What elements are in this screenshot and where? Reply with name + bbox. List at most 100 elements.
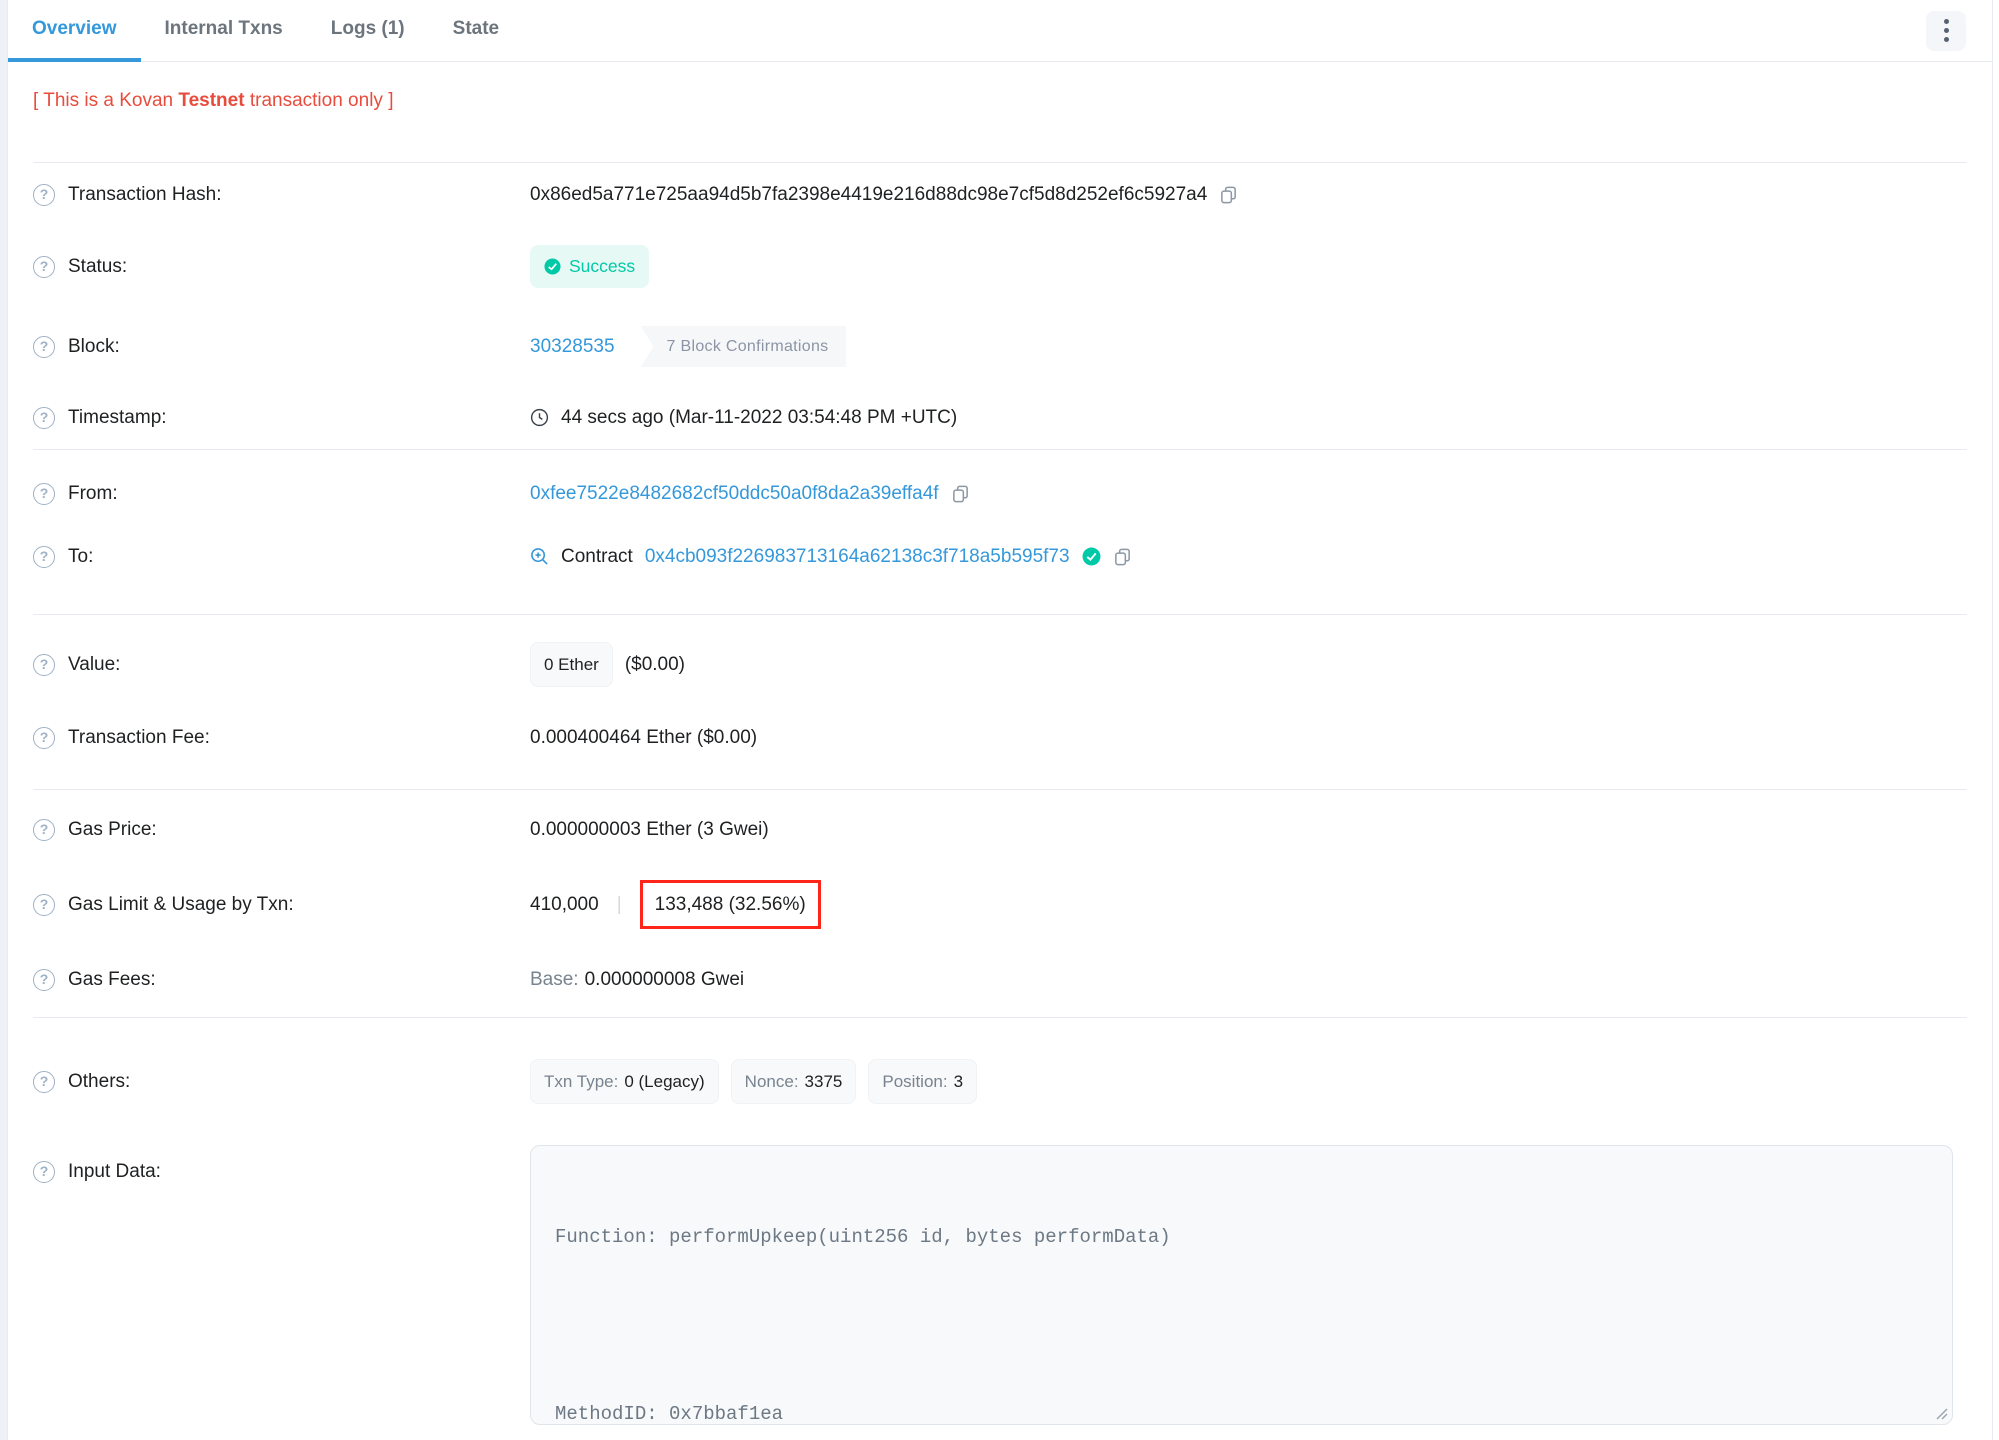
row-transaction-fee: ? Transaction Fee: 0.000400464 Ether ($0… [8,706,1992,769]
label-text: Status: [68,256,128,277]
help-icon[interactable]: ? [33,968,55,991]
section-addresses: ? From: 0xfee7522e8482682cf50ddc50a0f8da… [8,450,1992,614]
row-gas-price: ? Gas Price: 0.000000003 Ether (3 Gwei) [8,798,1992,861]
help-icon[interactable]: ? [33,482,55,505]
timestamp-label: ? Timestamp: [33,405,530,430]
help-icon[interactable]: ? [33,255,55,278]
section-overview-top: ? Transaction Hash: 0x86ed5a771e725aa94d… [8,163,1992,449]
section-value: ? Value: 0 Ether ($0.00) ? Transaction F… [8,615,1992,789]
section-gas: ? Gas Price: 0.000000003 Ether (3 Gwei) … [8,790,1992,1017]
label-text: Transaction Hash: [68,184,222,205]
row-value: ? Value: 0 Ether ($0.00) [8,623,1992,706]
help-icon[interactable]: ? [33,1160,55,1183]
warning-bold: Testnet [178,90,245,111]
gas-price-label: ? Gas Price: [33,817,530,842]
block-number-link[interactable]: 30328535 [530,334,615,359]
label-text: Gas Limit & Usage by Txn: [68,894,294,915]
input-data-label: ? Input Data: [33,1145,530,1184]
badge-value: 3 [953,1072,964,1091]
status-badge: Success [530,245,650,288]
kebab-dot [1943,19,1949,24]
row-from: ? From: 0xfee7522e8482682cf50ddc50a0f8da… [8,462,1992,525]
status-label: ? Status: [33,254,530,279]
resize-handle[interactable] [1934,1406,1948,1420]
tab-state[interactable]: State [429,0,523,62]
gas-price-value: 0.000000003 Ether (3 Gwei) [530,819,769,840]
warning-suffix: transaction only ] [244,90,394,111]
txn-type-badge: Txn Type: 0 (Legacy) [530,1059,719,1104]
page: Overview Internal Txns Logs (1) State [ … [0,0,1999,1440]
row-gas-fees: ? Gas Fees: Base: 0.000000008 Gwei [8,948,1992,1011]
row-input-data: ? Input Data: Function: performUpkeep(ui… [8,1123,1992,1440]
transaction-hash-value: 0x86ed5a771e725aa94d5b7fa2398e4419e216d8… [530,184,1208,205]
help-icon[interactable]: ? [33,545,55,568]
tab-internal-txns[interactable]: Internal Txns [141,0,307,62]
badge-value: 3375 [804,1072,843,1091]
transaction-card: Overview Internal Txns Logs (1) State [ … [7,0,1993,1440]
gas-limit-label: ? Gas Limit & Usage by Txn: [33,892,530,917]
value-label: ? Value: [33,652,530,677]
gas-usage-value: 133,488 (32.56%) [654,894,806,915]
copy-icon[interactable] [1113,547,1132,566]
nonce-badge: Nonce: 3375 [730,1059,857,1104]
transaction-fee-value: 0.000400464 Ether ($0.00) [530,727,758,748]
block-label: ? Block: [33,334,530,359]
ether-value-badge: 0 Ether [530,642,613,687]
to-contract-link[interactable]: 0x4cb093f226983713164a62138c3f718a5b595f… [645,544,1070,569]
gas-base-value: 0.000000008 Gwei [584,969,745,990]
label-text: Gas Price: [68,819,157,840]
row-status: ? Status: Success [8,226,1992,307]
clock-icon [530,408,549,427]
badge-label: Txn Type: [544,1072,619,1091]
gas-fees-label: ? Gas Fees: [33,967,530,992]
gas-usage-highlight-box: 133,488 (32.56%) [639,880,821,929]
from-label: ? From: [33,481,530,506]
help-icon[interactable]: ? [33,818,55,841]
page-background-strip [0,0,7,1440]
input-function-line: Function: performUpkeep(uint256 id, byte… [555,1226,1171,1248]
label-text: From: [68,483,118,504]
to-label: ? To: [33,544,530,569]
position-badge: Position: 3 [868,1059,978,1104]
row-block: ? Block: 30328535 7 Block Confirmations [8,307,1992,386]
row-gas-limit-usage: ? Gas Limit & Usage by Txn: 410,000 | 13… [8,861,1992,948]
more-options-button[interactable] [1926,10,1966,51]
kebab-dot [1943,37,1949,42]
status-text: Success [569,256,636,276]
warning-prefix: [ This is a Kovan [33,90,179,111]
copy-icon[interactable] [951,484,970,503]
gas-base-label: Base: [530,969,579,990]
badge-label: Nonce: [744,1072,799,1091]
value-usd: ($0.00) [624,654,686,675]
label-text: Others: [68,1071,131,1092]
gas-separator: | [616,894,622,915]
tab-logs[interactable]: Logs (1) [307,0,429,62]
transaction-fee-label: ? Transaction Fee: [33,725,530,750]
zoom-in-icon[interactable] [530,547,549,566]
badge-label: Position: [882,1072,948,1091]
gas-limit-value: 410,000 [530,894,599,915]
input-methodid-line: MethodID: 0x7bbaf1ea [555,1403,784,1425]
label-text: Value: [68,654,121,675]
from-address-link[interactable]: 0xfee7522e8482682cf50ddc50a0f8da2a39effa… [530,481,939,506]
help-icon[interactable]: ? [33,893,55,916]
tab-overview[interactable]: Overview [8,0,141,62]
help-icon[interactable]: ? [33,406,55,429]
input-data-box[interactable]: Function: performUpkeep(uint256 id, byte… [530,1145,1953,1425]
help-icon[interactable]: ? [33,726,55,749]
tab-bar: Overview Internal Txns Logs (1) State [8,0,1992,62]
others-label: ? Others: [33,1069,530,1094]
transaction-hash-label: ? Transaction Hash: [33,182,530,207]
help-icon[interactable]: ? [33,183,55,206]
row-timestamp: ? Timestamp: 44 secs ago (Mar-11-2022 03… [8,386,1992,449]
copy-icon[interactable] [1219,185,1238,204]
verified-check-icon [1082,547,1101,566]
testnet-warning: [ This is a Kovan Testnet transaction on… [8,62,1992,162]
help-icon[interactable]: ? [33,1070,55,1093]
help-icon[interactable]: ? [33,335,55,358]
kebab-dot [1943,28,1949,33]
row-to: ? To: Contract 0x4cb093f226983713164a621… [8,525,1992,588]
help-icon[interactable]: ? [33,653,55,676]
input-blank-line [555,1312,1928,1342]
label-text: Input Data: [68,1161,161,1182]
